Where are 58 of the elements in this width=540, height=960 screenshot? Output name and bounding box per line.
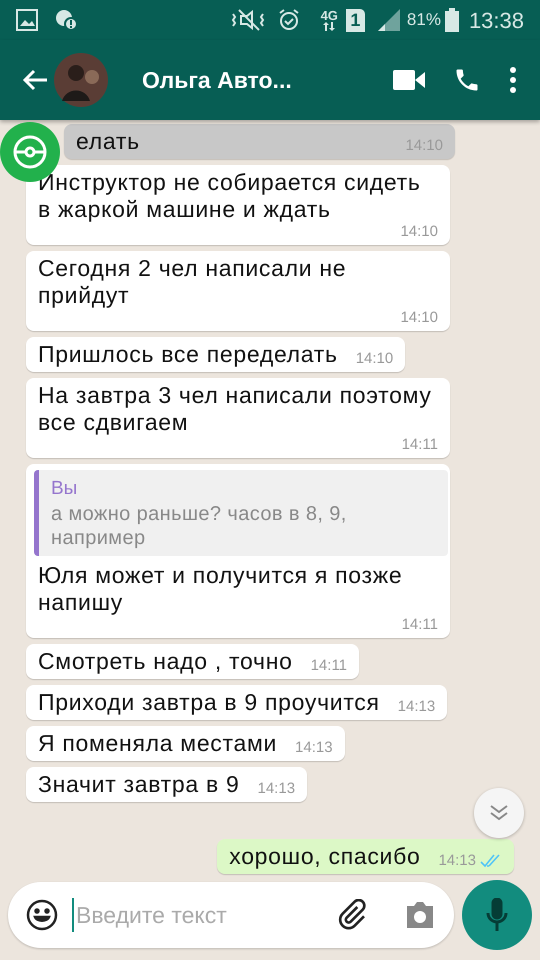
microphone-icon <box>485 898 509 932</box>
chat-alert-icon <box>54 8 78 32</box>
message-time: 14:13 <box>295 739 333 757</box>
message-text: Пришлось все переделать <box>38 341 338 368</box>
message-time: 14:11 <box>310 657 348 675</box>
message-bubble[interactable]: Приходи завтра в 9 проучится 14:13 <box>26 685 448 720</box>
message-text: Смотреть надо , точно <box>38 648 293 675</box>
message-bubble[interactable]: Инструктор не собирается сидеть в жаркой машине и ждать 14:10 <box>26 165 450 245</box>
alarm-icon <box>276 8 301 32</box>
battery-percent: 81% <box>406 9 441 32</box>
double-chevron-down-icon <box>489 804 509 822</box>
message-bubble[interactable]: Сегодня 2 чел написали не прийдут 14:10 <box>26 251 450 331</box>
message-field[interactable]: Введите текст <box>8 882 454 948</box>
network-type: 4G <box>320 9 338 22</box>
message-input[interactable]: Введите текст <box>72 898 328 932</box>
message-bubble[interactable]: На завтра 3 чел написали поэтому все сдвигаем 14:11 <box>26 378 450 458</box>
battery-icon <box>444 8 459 32</box>
menu-dots-icon <box>510 67 516 93</box>
signal-icon <box>376 8 401 32</box>
message-text: Юля может и получится я позже напишу <box>38 562 404 616</box>
message-time: 14:10 <box>400 223 438 241</box>
message-bubble[interactable]: Пришлось все переделать 14:10 <box>26 337 406 372</box>
message-bubble[interactable]: Значит завтра в 9 14:13 <box>26 767 308 802</box>
message-text: Приходи завтра в 9 проучится <box>38 689 380 716</box>
message-bubble[interactable]: Я поменяла местами 14:13 <box>26 726 345 761</box>
back-arrow-icon <box>22 69 48 91</box>
video-camera-icon <box>393 70 425 90</box>
message-text: Сегодня 2 чел написали не прийдут <box>38 255 348 309</box>
message-time: 14:10 <box>356 350 394 368</box>
contact-name[interactable]: Ольга Авто... <box>142 62 292 98</box>
message-time: 14:11 <box>402 616 438 634</box>
message-time: 14:10 <box>400 309 438 327</box>
camera-icon[interactable] <box>404 901 436 929</box>
message-time: 14:13 <box>438 852 476 870</box>
vibrate-mute-icon <box>230 8 265 32</box>
message-time: 14:13 <box>258 780 296 798</box>
message-text: На завтра 3 чел написали поэтому все сдвигаем <box>38 382 433 436</box>
ball-icon <box>13 135 47 169</box>
message-text: елать <box>76 128 141 155</box>
message-text: хорошо, спасибо <box>229 843 420 870</box>
data-arrows-icon <box>322 22 336 31</box>
quote-text: а можно раньше? часов в 8, 9, например <box>51 502 348 550</box>
message-bubble[interactable]: Вы а можно раньше? часов в 8, 9, например Юля может и получится я позже напишу 14:11 <box>26 464 450 638</box>
avatar[interactable] <box>54 53 108 107</box>
scroll-down-button[interactable] <box>474 788 524 838</box>
quote-author: Вы <box>51 477 78 501</box>
message-time: 14:13 <box>398 698 436 716</box>
message-text: Я поменяла местами <box>38 730 278 757</box>
message-text: Инструктор не собирается сидеть в жаркой машине и ждать <box>38 169 422 223</box>
image-icon <box>16 9 38 31</box>
clock: 13:38 <box>468 6 524 34</box>
sim-indicator: 1 <box>346 8 365 32</box>
message-time: 14:11 <box>402 436 438 454</box>
message-bubble[interactable]: Смотреть надо , точно 14:11 <box>26 644 360 679</box>
paperclip-icon[interactable] <box>336 899 368 931</box>
message-text: Значит завтра в 9 <box>38 771 240 798</box>
emoji-icon[interactable] <box>26 899 58 931</box>
message-bubble[interactable]: хорошо, спасибо 14:13 <box>217 839 514 874</box>
